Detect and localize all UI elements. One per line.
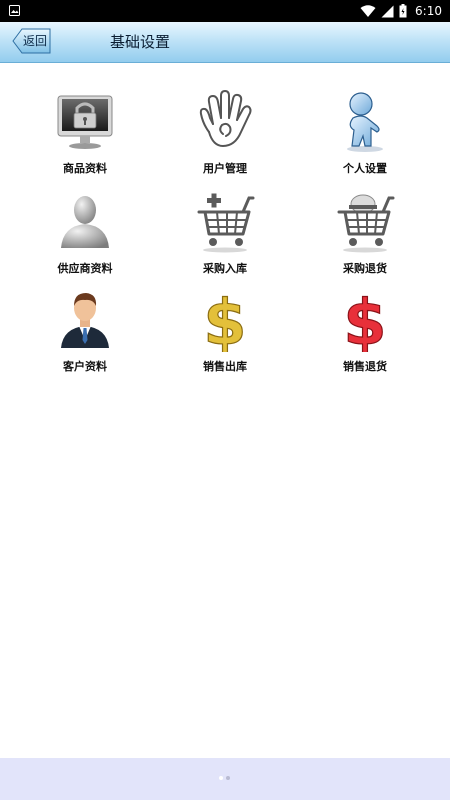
grid-item-product-info[interactable]: 商品资料 xyxy=(10,90,160,180)
grid-item-sales-return[interactable]: $ 销售退货 xyxy=(290,288,440,378)
image-icon xyxy=(9,5,20,16)
page-dot xyxy=(226,776,230,780)
back-button[interactable]: 返回 xyxy=(12,28,52,54)
monitor-lock-icon xyxy=(57,95,113,149)
grid-item-label: 销售出库 xyxy=(203,360,247,373)
bottom-bar xyxy=(0,758,450,800)
wifi-icon xyxy=(360,4,376,17)
grid-item-label: 客户资料 xyxy=(63,360,107,373)
page-indicator xyxy=(219,776,230,780)
cart-add-icon xyxy=(197,193,255,253)
grid-item-label: 采购入库 xyxy=(203,262,247,275)
hand-icon xyxy=(199,90,252,147)
status-bar: 6:10 xyxy=(0,0,450,22)
grid-item-label: 用户管理 xyxy=(203,162,247,175)
signal-icon xyxy=(381,5,394,17)
person-icon xyxy=(347,92,383,152)
status-icons: 6:10 xyxy=(360,2,442,20)
grid-item-supplier-info[interactable]: 供应商资料 xyxy=(10,190,160,280)
battery-icon xyxy=(399,4,407,18)
cart-return-icon xyxy=(337,194,395,253)
grid-item-customer-info[interactable]: 客户资料 xyxy=(10,288,160,378)
status-time: 6:10 xyxy=(415,4,442,18)
grid-item-purchase-return[interactable]: 采购退货 xyxy=(290,190,440,280)
grid-item-label: 商品资料 xyxy=(63,162,107,175)
grid-item-personal-settings[interactable]: 个人设置 xyxy=(290,90,440,180)
red-dollar-icon: $ xyxy=(343,288,387,352)
businessman-icon xyxy=(61,293,109,348)
grid-item-user-management[interactable]: 用户管理 xyxy=(150,90,300,180)
grid-item-purchase-inbound[interactable]: 采购入库 xyxy=(150,190,300,280)
grid-item-sales-outbound[interactable]: $ 销售出库 xyxy=(150,288,300,378)
back-button-label: 返回 xyxy=(23,34,48,48)
page-dot xyxy=(219,776,223,780)
svg-text:$: $ xyxy=(203,288,246,352)
user-silhouette-icon xyxy=(61,196,109,248)
grid-item-label: 采购退货 xyxy=(343,262,387,275)
grid-item-label: 供应商资料 xyxy=(57,262,113,275)
grid-item-label: 个人设置 xyxy=(343,162,387,175)
gold-dollar-icon: $ xyxy=(203,288,247,352)
svg-text:$: $ xyxy=(343,288,386,352)
page-title: 基础设置 xyxy=(110,33,171,51)
title-bar: 返回 基础设置 xyxy=(0,22,450,63)
grid-item-label: 销售退货 xyxy=(343,360,387,373)
